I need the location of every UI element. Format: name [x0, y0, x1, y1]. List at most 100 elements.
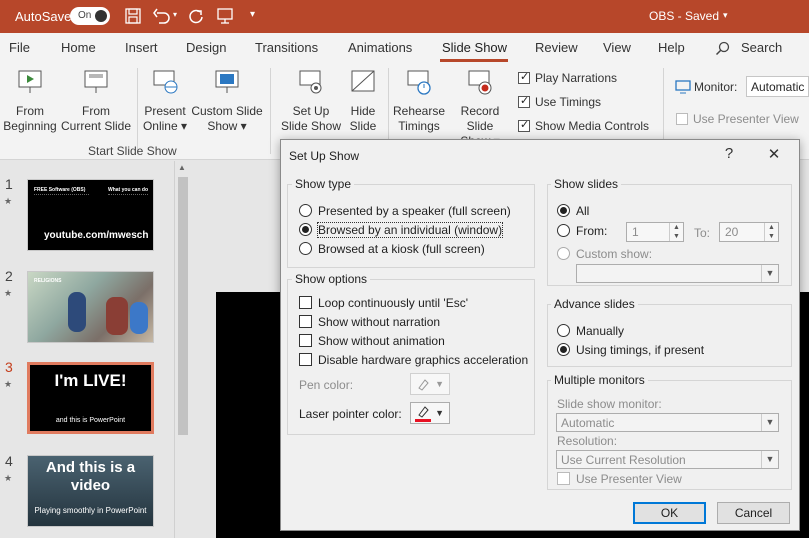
to-slide-spinner[interactable]: 20 ▲ ▼ [719, 222, 779, 242]
show-without-animation-option[interactable]: Show without animation [299, 334, 445, 348]
radio-advance-manually[interactable] [557, 324, 570, 337]
checkbox-use-presenter-view[interactable] [557, 472, 570, 485]
show-without-narration-option[interactable]: Show without narration [299, 315, 440, 329]
radio-advance-using-timings[interactable] [557, 343, 570, 356]
help-icon[interactable]: ? [719, 145, 739, 162]
play-narrations-checkbox[interactable]: Play Narrations [518, 70, 617, 85]
to-value: 20 [725, 225, 739, 239]
radio-custom-show[interactable] [557, 247, 570, 260]
rehearse-timings-icon [407, 70, 431, 95]
from-slide-option[interactable]: From: [557, 224, 607, 238]
custom-slide-show-button[interactable]: Custom Slide Show ▾ [190, 68, 264, 134]
scrollbar-thumb[interactable] [178, 177, 188, 435]
radio-all-slides[interactable] [557, 204, 570, 217]
checkbox-show-without-narration[interactable] [299, 315, 312, 328]
present-online-button[interactable]: Present Online ▾ [139, 68, 191, 134]
browsed-at-kiosk-option[interactable]: Browsed at a kiosk (full screen) [299, 242, 485, 256]
tab-insert[interactable]: Insert [125, 40, 158, 55]
chevron-down-icon: ▼ [761, 265, 778, 282]
save-icon[interactable] [124, 7, 142, 25]
from-current-slide-button[interactable]: From Current Slide [60, 68, 132, 134]
from-slide-spinner[interactable]: 1 ▲ ▼ [626, 222, 684, 242]
scroll-up-icon[interactable]: ▲ [178, 163, 186, 172]
autosave-toggle[interactable]: On [70, 7, 110, 25]
slide-thumbnail-3-selected[interactable]: I'm LIVE! and this is PowerPoint [27, 362, 154, 434]
monitor-select[interactable]: Automatic [746, 76, 809, 97]
spinner-arrows-icon[interactable]: ▲ ▼ [764, 223, 778, 241]
disable-hardware-acceleration-label: Disable hardware graphics acceleration [318, 353, 529, 367]
search-label[interactable]: Search [741, 40, 782, 55]
search-icon[interactable] [715, 41, 730, 56]
pen-color-picker[interactable]: ▼ [410, 373, 450, 395]
checkbox-show-without-animation[interactable] [299, 334, 312, 347]
monitor-icon [675, 80, 691, 94]
from-beginning-button[interactable]: From Beginning [2, 68, 58, 134]
slide-thumbnail-4[interactable]: And this is a video Playing smoothly in … [27, 455, 154, 527]
use-timings-checkbox[interactable]: Use Timings [518, 94, 601, 109]
tab-help[interactable]: Help [658, 40, 685, 55]
custom-show-select[interactable]: ▼ [576, 264, 779, 283]
radio-from-slide[interactable] [557, 224, 570, 237]
slide-thumbnail-2[interactable]: RELIGIONS [27, 271, 154, 343]
tab-view[interactable]: View [603, 40, 631, 55]
tab-file[interactable]: File [9, 40, 30, 55]
ribbon-presenter-view-checkbox[interactable]: Use Presenter View [676, 112, 799, 126]
disable-hardware-acceleration-option[interactable]: Disable hardware graphics acceleration [299, 353, 528, 367]
checkbox-play-narrations[interactable] [518, 70, 530, 84]
thumbnail-scrollbar[interactable]: ▲ [174, 161, 190, 538]
cancel-button[interactable]: Cancel [717, 502, 790, 524]
loop-continuously-option[interactable]: Loop continuously until 'Esc' [299, 296, 468, 310]
custom-show-option[interactable]: Custom show: [557, 247, 652, 261]
tab-animations[interactable]: Animations [348, 40, 412, 55]
checkbox-disable-hardware-acceleration[interactable] [299, 353, 312, 366]
checkbox-use-timings[interactable] [518, 94, 530, 108]
laser-pointer-color-picker[interactable]: ▼ [410, 402, 450, 424]
radio-presented-by-speaker[interactable] [299, 204, 312, 217]
tab-slide-show[interactable]: Slide Show [442, 40, 507, 55]
laser-pointer-color-label: Laser pointer color: [299, 407, 402, 421]
slide-2-title: RELIGIONS [34, 278, 62, 284]
checkbox-presenter-view[interactable] [676, 113, 688, 125]
customize-qat-icon[interactable]: ▾ [250, 9, 255, 20]
checkbox-loop-continuously[interactable] [299, 296, 312, 309]
close-icon[interactable]: ✕ [764, 145, 784, 163]
tab-design[interactable]: Design [186, 40, 226, 55]
title-dropdown-icon[interactable]: ▾ [723, 10, 728, 21]
set-up-slide-show-button[interactable]: Set Up Slide Show [280, 68, 342, 134]
radio-browsed-by-individual[interactable] [299, 223, 312, 236]
tab-review[interactable]: Review [535, 40, 578, 55]
radio-browsed-at-kiosk[interactable] [299, 242, 312, 255]
autosave-label: AutoSave [15, 9, 72, 24]
checkbox-show-media-controls[interactable] [518, 118, 530, 132]
spinner-arrows-icon[interactable]: ▲ ▼ [669, 223, 683, 241]
monitor-label: Monitor: [694, 80, 738, 94]
show-media-controls-checkbox[interactable]: Show Media Controls [518, 118, 649, 133]
resolution-select[interactable]: Use Current Resolution ▼ [556, 450, 779, 469]
advance-using-timings-option[interactable]: Using timings, if present [557, 343, 704, 357]
undo-icon[interactable] [152, 7, 172, 25]
tab-home[interactable]: Home [61, 40, 96, 55]
slide-thumbnail-1[interactable]: FREE Software (OBS) What you can do yout… [27, 179, 154, 251]
animation-star-icon: ★ [4, 379, 13, 389]
advance-manually-option[interactable]: Manually [557, 324, 624, 338]
rehearse-timings-button[interactable]: Rehearse Timings [392, 68, 446, 134]
all-slides-option[interactable]: All [557, 204, 589, 218]
record-slide-show-button[interactable]: Record Slide Show ▾ [446, 68, 514, 149]
multiple-monitors-label: Multiple monitors [551, 373, 648, 387]
use-presenter-view-label: Use Presenter View [576, 472, 682, 486]
all-slides-label: All [576, 204, 590, 218]
tab-transitions[interactable]: Transitions [255, 40, 318, 55]
hide-slide-button[interactable]: Hide Slide [344, 68, 382, 134]
presented-by-speaker-option[interactable]: Presented by a speaker (full screen) [299, 204, 511, 218]
undo-dropdown-icon[interactable]: ▾ [173, 10, 177, 19]
advance-using-timings-label: Using timings, if present [576, 343, 705, 357]
browsed-by-individual-option[interactable]: Browsed by an individual (window) [299, 222, 504, 238]
use-presenter-view-option[interactable]: Use Presenter View [557, 472, 682, 486]
slide-show-monitor-select[interactable]: Automatic ▼ [556, 413, 779, 432]
ok-button[interactable]: OK [633, 502, 706, 524]
redo-icon[interactable] [187, 7, 205, 25]
start-from-beginning-icon[interactable] [216, 7, 234, 25]
document-title[interactable]: OBS - Saved [649, 9, 719, 23]
ribbon-separator [137, 68, 138, 154]
presented-by-speaker-label: Presented by a speaker (full screen) [318, 204, 511, 218]
